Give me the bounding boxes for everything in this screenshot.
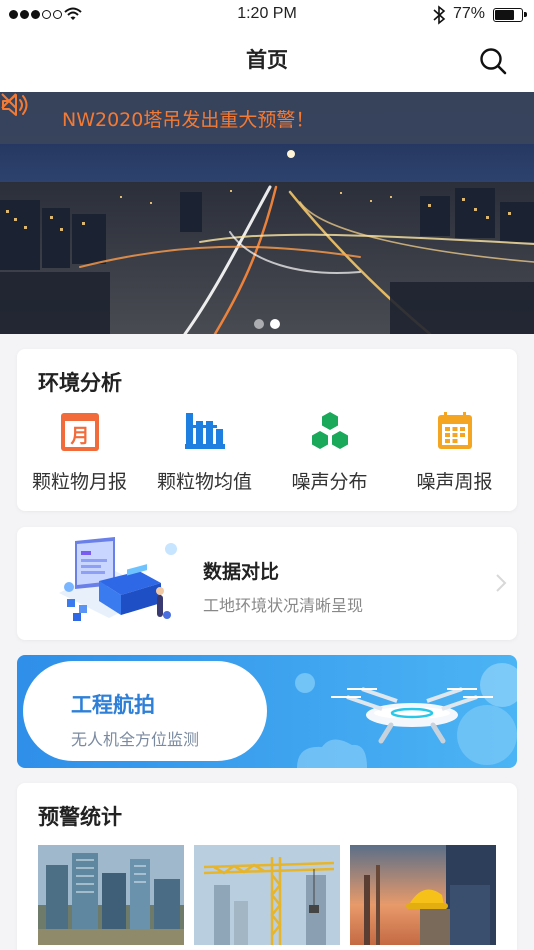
env-item-monthly-pm[interactable]: 月 颗粒物月报 [17,411,142,494]
worker-helmet-photo[interactable] [350,845,496,945]
aerial-pill: 工程航拍 无人机全方位监测 [23,661,267,761]
close-icon[interactable] [0,92,18,110]
nav-bar: 首页 [0,30,534,92]
battery-percentage: 77% [453,5,486,22]
carousel-dot[interactable] [254,319,264,329]
env-item-noise-distribution[interactable]: 噪声分布 [267,411,392,494]
carousel-dots[interactable] [0,319,534,329]
env-item-avg-pm[interactable]: 颗粒物均值 [142,411,267,494]
weekly-calendar-icon [437,412,472,449]
alert-notice-text[interactable]: NW2020塔吊发出重大预警！ [62,105,314,132]
alert-notice-bar[interactable]: NW2020塔吊发出重大预警！ [0,92,534,144]
tower-crane-photo[interactable] [194,845,340,945]
env-item-label: 颗粒物月报 [31,471,127,493]
search-icon[interactable] [478,46,508,76]
status-bar: 1:20 PM 77% [0,0,534,30]
data-compare-card[interactable]: 数据对比 工地环境状况清晰呈现 [17,527,517,640]
bluetooth-icon [433,5,446,25]
drone-icon [295,663,517,768]
page-title: 首页 [246,48,288,72]
env-analysis-title: 环境分析 [38,371,122,395]
svg-text:月: 月 [69,425,89,447]
carousel-dot[interactable] [270,319,280,329]
aerial-subtitle: 无人机全方位监测 [71,730,200,749]
env-item-label: 颗粒物均值 [156,471,252,493]
env-item-label: 噪声分布 [291,471,368,493]
env-item-noise-weekly[interactable]: 噪声周报 [392,411,517,494]
aerial-photography-card[interactable]: 工程航拍 无人机全方位监测 [17,655,517,768]
hexagons-icon [311,412,348,449]
data-compare-title: 数据对比 [203,561,280,583]
env-item-label: 噪声周报 [416,471,493,493]
banner-carousel[interactable]: NW2020塔吊发出重大预警！ [0,92,534,334]
construction-buildings-photo[interactable] [38,845,184,945]
battery-icon [493,8,527,22]
warning-stats-card: 预警统计 [17,783,517,950]
monthly-calendar-icon: 月 [60,413,99,451]
warning-stats-title: 预警统计 [38,805,122,829]
chevron-right-icon[interactable] [495,573,507,593]
bar-chart-icon [184,413,225,449]
env-analysis-card: 环境分析 月 颗粒物月报 颗粒物均值 噪声分布 噪声周报 [17,349,517,511]
aerial-title: 工程航拍 [71,693,155,717]
data-dashboard-illustration [59,537,177,621]
data-compare-subtitle: 工地环境状况清晰呈现 [203,596,364,615]
